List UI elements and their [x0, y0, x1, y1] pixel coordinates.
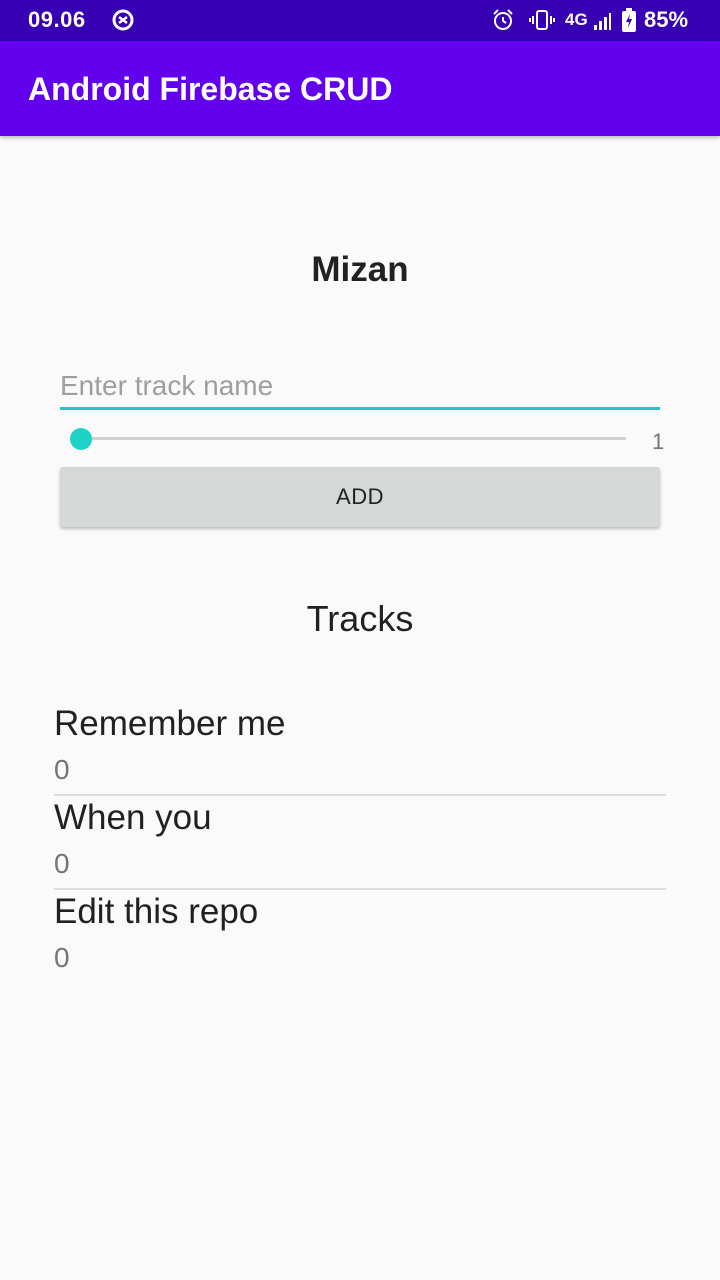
tracks-heading: Tracks	[306, 598, 414, 639]
battery-level: 85%	[644, 7, 689, 32]
alarm-icon	[493, 9, 513, 30]
track-list: Remember me 0 When you 0 Edit this repo …	[54, 702, 666, 984]
track-name: When you	[54, 798, 212, 837]
artist-name: Mizan	[311, 250, 409, 289]
battery-icon	[622, 8, 636, 32]
network-type: 4G	[565, 10, 588, 29]
app-bar: Android Firebase CRUD	[0, 41, 720, 136]
list-item[interactable]: When you 0	[54, 796, 666, 890]
vibrate-icon	[529, 10, 555, 30]
track-name: Remember me	[54, 704, 286, 743]
track-rating: 0	[54, 754, 70, 785]
rating-slider-thumb[interactable]	[70, 428, 92, 450]
rating-slider[interactable]	[80, 437, 626, 440]
list-item[interactable]: Edit this repo 0	[54, 890, 666, 984]
track-name: Edit this repo	[54, 892, 259, 931]
status-time: 09.06	[28, 7, 86, 32]
list-item[interactable]: Remember me 0	[54, 702, 666, 796]
app-title: Android Firebase CRUD	[28, 71, 393, 107]
add-track-button[interactable]: ADD	[60, 467, 660, 527]
track-rating: 0	[54, 942, 70, 973]
signal-icon	[594, 13, 611, 30]
status-bar: 09.06 4G 85%	[0, 0, 720, 41]
track-name-input[interactable]	[60, 364, 660, 410]
app-notification-icon	[112, 9, 134, 31]
rating-value: 1	[652, 429, 665, 454]
track-rating: 0	[54, 848, 70, 879]
